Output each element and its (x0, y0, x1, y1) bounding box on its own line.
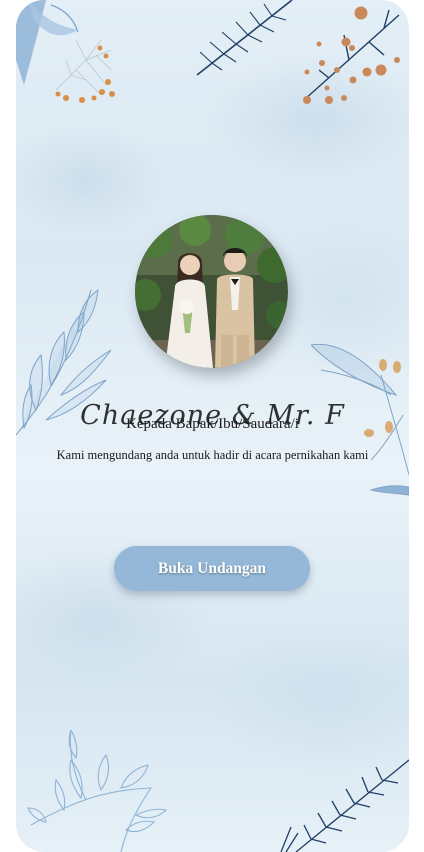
invitation-card: Chaezone & Mr. F Kepada Bapak/Ibu/Saudar… (16, 0, 409, 852)
top-fern-decoration (196, 0, 293, 76)
couple-portrait (135, 215, 288, 368)
bottom-right-fern-decoration (280, 759, 409, 852)
greeting-text: Kepada Bapak/Ibu/Saudara/i (126, 416, 299, 432)
top-left-foliage-decoration (16, 0, 115, 103)
bottom-left-leaf-sprig-decoration (27, 730, 168, 852)
top-right-berry-branch-decoration (303, 6, 400, 104)
open-invitation-button[interactable]: Buka Undangan (114, 546, 310, 591)
invitation-message: Kami mengundang anda untuk hadir di acar… (56, 448, 369, 462)
